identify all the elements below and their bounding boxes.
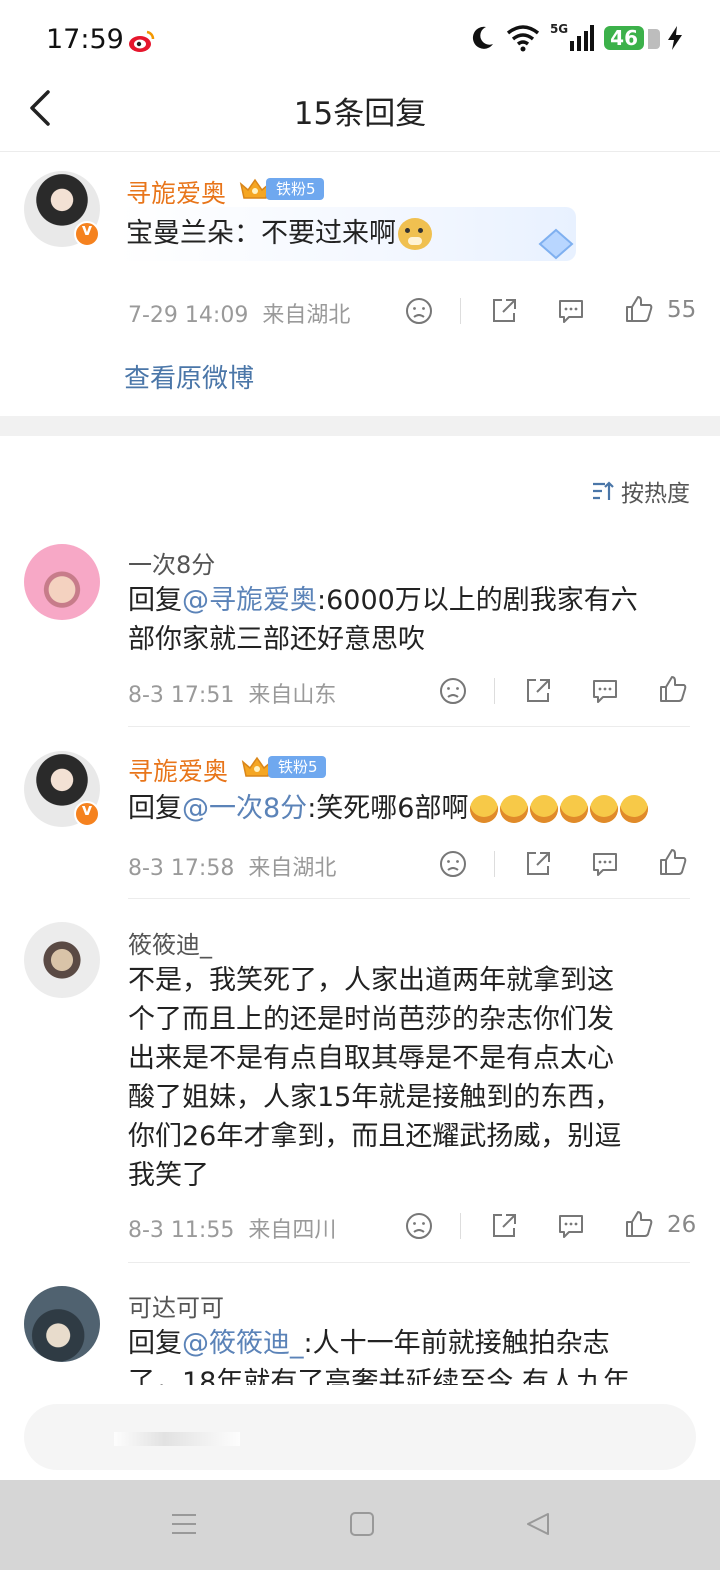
reply-prefix: 回复	[128, 585, 182, 616]
reply-meta: 8-3 11:55 来自四川	[128, 1212, 336, 1244]
like-icon[interactable]	[624, 1209, 654, 1239]
reply-time: 8-3 11:55	[128, 1218, 235, 1243]
like-count: 55	[667, 297, 697, 323]
reply-meta: 8-3 17:51 来自山东	[128, 677, 336, 709]
like-icon[interactable]	[624, 294, 654, 324]
avatar[interactable]	[24, 1286, 100, 1362]
comment-icon[interactable]	[556, 296, 586, 326]
menu-icon[interactable]	[170, 1510, 198, 1538]
avatar[interactable]	[24, 922, 100, 998]
reply-divider	[128, 898, 690, 899]
post-text: 宝曼兰朵：不要过来啊	[126, 214, 432, 253]
laugh-cry-emoji-icon	[470, 794, 649, 823]
fan-badge: 铁粉5	[238, 176, 324, 202]
reply-meta: 8-3 17:58 来自湖北	[128, 850, 336, 882]
reply-divider	[128, 1262, 690, 1263]
dislike-icon[interactable]	[404, 296, 434, 326]
reply-text: 回复@寻旎爱奥:6000万以上的剧我家有六 部你家就三部还好意思吹	[128, 581, 698, 659]
system-nav-bar	[0, 1480, 720, 1570]
avatar[interactable]	[24, 544, 100, 620]
dislike-icon[interactable]	[404, 1211, 434, 1241]
reply-divider	[128, 726, 690, 727]
reply-text-line: 出来是不是有点自取其辱是不是有点太心	[128, 1043, 614, 1074]
post-time: 7-29 14:09 来自湖北	[128, 297, 350, 329]
reply-text-line: 我笑了	[128, 1160, 209, 1191]
reply-location: 来自山东	[248, 683, 337, 708]
section-divider	[0, 416, 720, 436]
like-count: 26	[667, 1212, 697, 1238]
diamond-decor-icon	[538, 228, 574, 260]
reply-time: 8-3 17:51	[128, 683, 235, 708]
reply-text-line: 你们26年才拿到，而且还耀武扬威，别逗	[128, 1121, 622, 1152]
page-title: 15条回复	[293, 96, 427, 132]
share-icon[interactable]	[523, 849, 553, 879]
reply-text-line: 部你家就三部还好意思吹	[128, 624, 425, 655]
battery-indicator: 46	[604, 26, 644, 50]
reply-text-line: :人十一年前就接触拍杂志	[303, 1328, 610, 1359]
wifi-icon	[506, 25, 540, 52]
nav-bar: 15条回复	[0, 80, 720, 152]
view-original-link[interactable]: 查看原微博	[124, 358, 254, 395]
post-time-value: 7-29 14:09	[128, 303, 249, 328]
action-separator	[494, 851, 495, 877]
status-time: 17:59	[46, 24, 124, 55]
mention-link[interactable]: @寻旎爱奥	[182, 585, 317, 616]
mention-link[interactable]: @一次8分	[182, 789, 307, 828]
dislike-icon[interactable]	[438, 676, 468, 706]
share-icon[interactable]	[489, 296, 519, 326]
action-separator	[494, 678, 495, 704]
fan-badge: 铁粉5	[240, 754, 326, 780]
reply-text-line: 不是，我笑死了，人家出道两年就拿到这	[128, 965, 614, 996]
moon-icon	[472, 26, 493, 49]
sort-label: 按热度	[621, 481, 690, 507]
reply-prefix: 回复	[128, 1328, 182, 1359]
signal-icon	[570, 25, 595, 51]
fan-level: 铁粉5	[266, 178, 324, 200]
network-label: 5G	[549, 22, 569, 36]
post-text-content: 宝曼兰朵：不要过来啊	[126, 218, 396, 249]
home-icon[interactable]	[348, 1510, 376, 1538]
share-icon[interactable]	[489, 1211, 519, 1241]
action-separator	[460, 1213, 461, 1239]
like-icon[interactable]	[658, 847, 688, 877]
share-icon[interactable]	[523, 676, 553, 706]
reply-text: 回复 @一次8分:笑死哪6部啊	[128, 789, 649, 828]
reply-location: 来自湖北	[248, 856, 337, 881]
reply-time: 8-3 17:58	[128, 856, 235, 881]
username[interactable]: 可达可可	[128, 1288, 224, 1323]
sort-button[interactable]: 按热度	[591, 474, 690, 508]
action-separator	[460, 298, 461, 324]
dislike-icon[interactable]	[438, 849, 468, 879]
like-icon[interactable]	[658, 674, 688, 704]
reply-text-line: :笑死哪6部啊	[307, 793, 469, 824]
username[interactable]: 一次8分	[128, 545, 215, 580]
input-placeholder-mark	[114, 1432, 240, 1446]
reply-text-line: :6000万以上的剧我家有六	[317, 585, 638, 616]
username[interactable]: 寻旎爱奥	[126, 174, 226, 210]
reply-text-line: 酸了姐妹，人家15年就是接触到的东西，	[128, 1082, 622, 1113]
reply-location: 来自四川	[248, 1218, 337, 1243]
fan-level: 铁粉5	[268, 756, 326, 778]
reply-prefix: 回复	[128, 793, 182, 824]
charging-icon	[668, 26, 682, 50]
sort-icon	[593, 481, 614, 500]
verified-badge	[74, 800, 100, 827]
comment-icon[interactable]	[556, 1211, 586, 1241]
back-triangle-icon[interactable]	[524, 1510, 552, 1538]
verified-badge	[74, 220, 100, 247]
reply-text-line: 个了而且上的还是时尚芭莎的杂志你们发	[128, 1004, 614, 1035]
reply-text: 不是，我笑死了，人家出道两年就拿到这 个了而且上的还是时尚芭莎的杂志你们发 出来…	[128, 961, 698, 1195]
weibo-icon	[129, 30, 155, 52]
status-bar: 17:59 5G 46	[0, 0, 720, 80]
doge-emoji-icon	[398, 217, 432, 250]
username[interactable]: 寻旎爱奥	[128, 752, 228, 788]
post-location: 来自湖北	[262, 303, 351, 328]
username[interactable]: 筱筱迪_	[128, 925, 212, 960]
comment-icon[interactable]	[590, 849, 620, 879]
mention-link[interactable]: @筱筱迪_	[182, 1328, 304, 1359]
comment-icon[interactable]	[590, 676, 620, 706]
